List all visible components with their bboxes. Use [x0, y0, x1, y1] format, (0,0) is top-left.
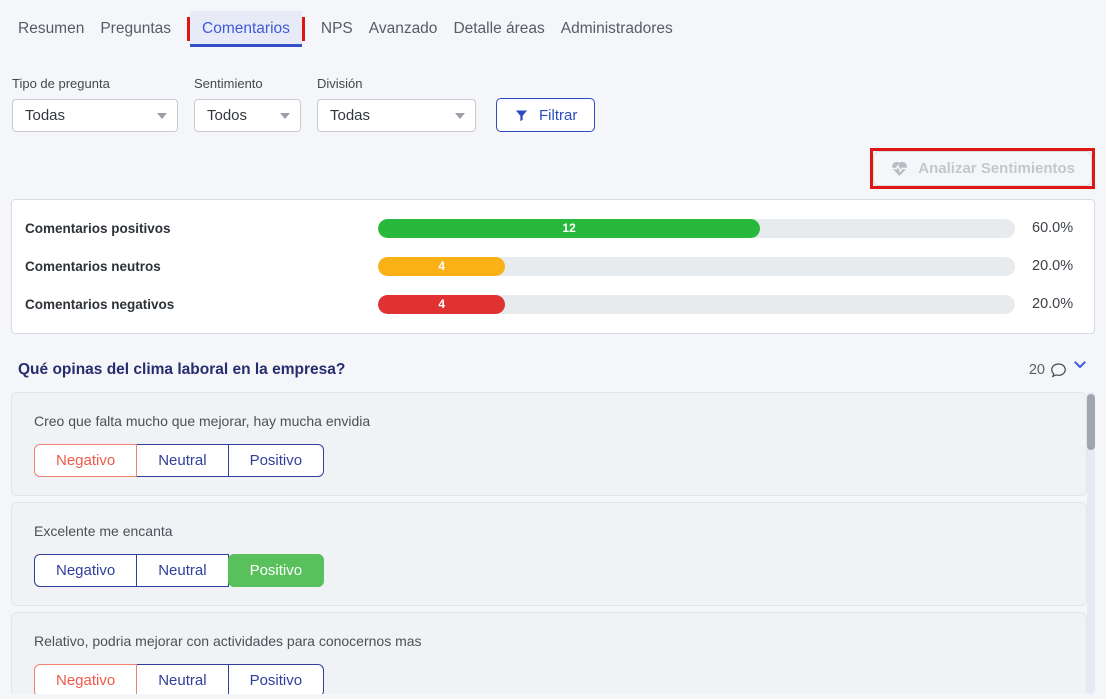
analyze-row: Analizar Sentimientos	[11, 148, 1095, 189]
stat-row-negative: Comentarios negativos 4 20.0%	[12, 285, 1094, 323]
comment-text: Excelente me encanta	[34, 523, 1064, 539]
comments-list: Creo que falta mucho que mejorar, hay mu…	[11, 392, 1095, 694]
comments-scrollbar-thumb[interactable]	[1087, 394, 1095, 450]
filter-group-tipo-pregunta: Tipo de pregunta Todas	[12, 76, 178, 132]
neutral-button[interactable]: Neutral	[136, 554, 228, 587]
question-title: Qué opinas del clima laboral en la empre…	[18, 361, 345, 379]
tab-preguntas[interactable]: Preguntas	[100, 12, 171, 46]
annotation-box-analyze: Analizar Sentimientos	[870, 148, 1095, 189]
select-value: Todas	[330, 107, 370, 124]
stat-percent: 20.0%	[1015, 296, 1073, 312]
comment-card: Excelente me encanta Negativo Neutral Po…	[11, 502, 1087, 606]
neutral-button[interactable]: Neutral	[136, 664, 228, 694]
comment-card: Creo que falta mucho que mejorar, hay mu…	[11, 392, 1087, 496]
sentiment-stats-panel: Comentarios positivos 12 60.0% Comentari…	[11, 199, 1095, 334]
stat-row-neutral: Comentarios neutros 4 20.0%	[12, 247, 1094, 285]
positive-button[interactable]: Positivo	[228, 444, 325, 477]
comment-card: Relativo, podria mejorar con actividades…	[11, 612, 1087, 694]
select-tipo-pregunta[interactable]: Todas	[12, 99, 178, 132]
filters-bar: Tipo de pregunta Todas Sentimiento Todos…	[11, 76, 1095, 132]
sentiment-button-group: Negativo Neutral Positivo	[34, 554, 324, 587]
filter-label: Sentimiento	[194, 76, 301, 91]
stat-bar-fill-neutral: 4	[378, 257, 505, 276]
analyze-sentiments-button[interactable]: Analizar Sentimientos	[873, 151, 1092, 186]
negative-button[interactable]: Negativo	[34, 554, 137, 587]
collapse-chevron-icon[interactable]	[1072, 360, 1088, 372]
stat-bar-track: 4	[378, 257, 1015, 276]
stat-bar-fill-positive: 12	[378, 219, 760, 238]
select-value: Todos	[207, 107, 247, 124]
analyze-button-label: Analizar Sentimientos	[918, 160, 1075, 177]
select-sentimiento[interactable]: Todos	[194, 99, 301, 132]
comment-count: 20	[1029, 360, 1045, 380]
sentiment-button-group: Negativo Neutral Positivo	[34, 444, 324, 477]
positive-button[interactable]: Positivo	[228, 664, 325, 694]
tab-avanzado[interactable]: Avanzado	[369, 12, 438, 46]
filter-button[interactable]: Filtrar	[496, 98, 595, 132]
negative-button[interactable]: Negativo	[34, 664, 137, 694]
comment-text: Relativo, podria mejorar con actividades…	[34, 633, 1064, 649]
stat-label: Comentarios neutros	[12, 259, 378, 274]
chevron-down-icon	[455, 113, 465, 119]
tab-comentarios[interactable]: Comentarios	[190, 11, 302, 47]
stat-bar-fill-negative: 4	[378, 295, 505, 314]
heart-pulse-icon	[890, 160, 909, 177]
filter-label: Tipo de pregunta	[12, 76, 178, 91]
stat-row-positive: Comentarios positivos 12 60.0%	[12, 209, 1094, 247]
annotation-box-comentarios: Comentarios	[187, 17, 305, 41]
negative-button[interactable]: Negativo	[34, 444, 137, 477]
stat-label: Comentarios negativos	[12, 297, 378, 312]
tab-resumen[interactable]: Resumen	[18, 12, 84, 46]
tab-nps[interactable]: NPS	[321, 12, 353, 46]
comments-scrollbar-track[interactable]	[1087, 392, 1095, 694]
tab-administradores[interactable]: Administradores	[561, 12, 673, 46]
chevron-down-icon	[280, 113, 290, 119]
sentiment-button-group: Negativo Neutral Positivo	[34, 664, 324, 694]
select-value: Todas	[25, 107, 65, 124]
tab-detalle-areas[interactable]: Detalle áreas	[453, 12, 544, 46]
comment-bubble-icon	[1050, 360, 1067, 378]
stat-percent: 60.0%	[1015, 220, 1073, 236]
comments-dashboard: Resumen Preguntas Comentarios NPS Avanza…	[0, 6, 1106, 694]
filter-group-division: División Todas	[317, 76, 476, 132]
filter-button-label: Filtrar	[539, 107, 577, 124]
positive-button[interactable]: Positivo	[228, 554, 325, 587]
select-division[interactable]: Todas	[317, 99, 476, 132]
question-header: Qué opinas del clima laboral en la empre…	[11, 360, 1095, 380]
question-meta: 20	[1029, 360, 1088, 380]
neutral-button[interactable]: Neutral	[136, 444, 228, 477]
chevron-down-icon	[157, 113, 167, 119]
funnel-icon	[514, 108, 529, 123]
filter-group-sentimiento: Sentimiento Todos	[194, 76, 301, 132]
comment-text: Creo que falta mucho que mejorar, hay mu…	[34, 413, 1064, 429]
stat-percent: 20.0%	[1015, 258, 1073, 274]
stat-bar-track: 4	[378, 295, 1015, 314]
stat-label: Comentarios positivos	[12, 221, 378, 236]
filter-label: División	[317, 76, 476, 91]
tab-bar: Resumen Preguntas Comentarios NPS Avanza…	[18, 6, 1095, 52]
stat-bar-track: 12	[378, 219, 1015, 238]
